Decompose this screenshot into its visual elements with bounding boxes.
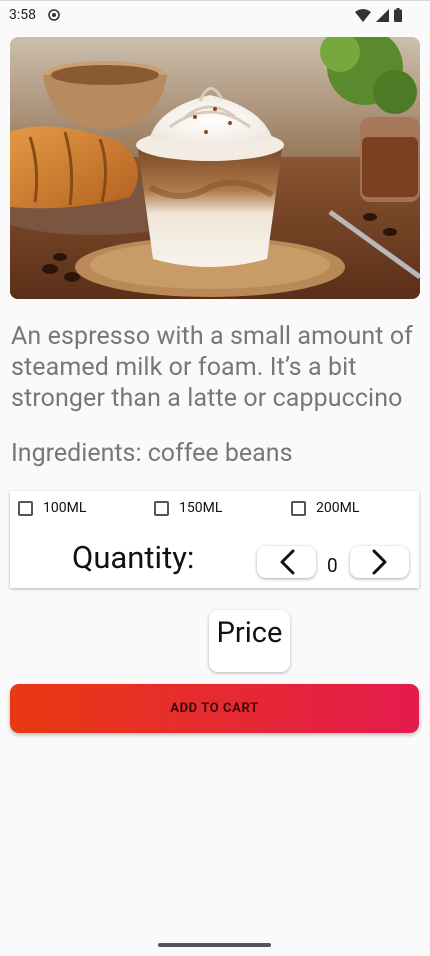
increase-quantity-button[interactable]: [350, 546, 409, 578]
add-to-cart-button[interactable]: ADD TO CART: [10, 684, 419, 733]
battery-icon: [394, 8, 402, 22]
home-indicator[interactable]: [158, 943, 271, 947]
size-100ml-checkbox[interactable]: [18, 500, 33, 516]
size-150ml-checkbox[interactable]: [154, 500, 169, 516]
quantity-label: Quantity:: [72, 539, 195, 576]
chevron-right-icon: [372, 549, 386, 575]
size-200ml-label: 200ML: [316, 500, 360, 516]
size-option-150ml[interactable]: 150ML: [154, 500, 222, 516]
status-time: 3:58: [9, 7, 36, 23]
size-option-100ml[interactable]: 100ML: [18, 500, 86, 516]
signal-icon: [376, 8, 389, 22]
options-card: 100ML 150ML 200ML Quantity: 0: [10, 491, 419, 588]
status-icons: [355, 8, 402, 22]
size-option-200ml[interactable]: 200ML: [291, 500, 359, 516]
decrease-quantity-button[interactable]: [257, 546, 316, 578]
size-150ml-label: 150ML: [179, 500, 223, 516]
wifi-icon: [355, 8, 371, 22]
notification-icon: [48, 9, 60, 21]
screen: 3:58 An espresso with a small amount of …: [0, 0, 430, 956]
product-description: An espresso with a small amount of steam…: [11, 322, 413, 413]
size-200ml-checkbox[interactable]: [291, 500, 306, 516]
quantity-value: 0: [327, 554, 338, 577]
price-button[interactable]: Price: [209, 610, 290, 672]
status-bar: 3:58: [0, 0, 430, 30]
product-image: [10, 37, 420, 299]
chevron-left-icon: [280, 549, 294, 575]
product-ingredients: Ingredients: coffee beans: [11, 439, 293, 468]
size-100ml-label: 100ML: [43, 500, 87, 516]
